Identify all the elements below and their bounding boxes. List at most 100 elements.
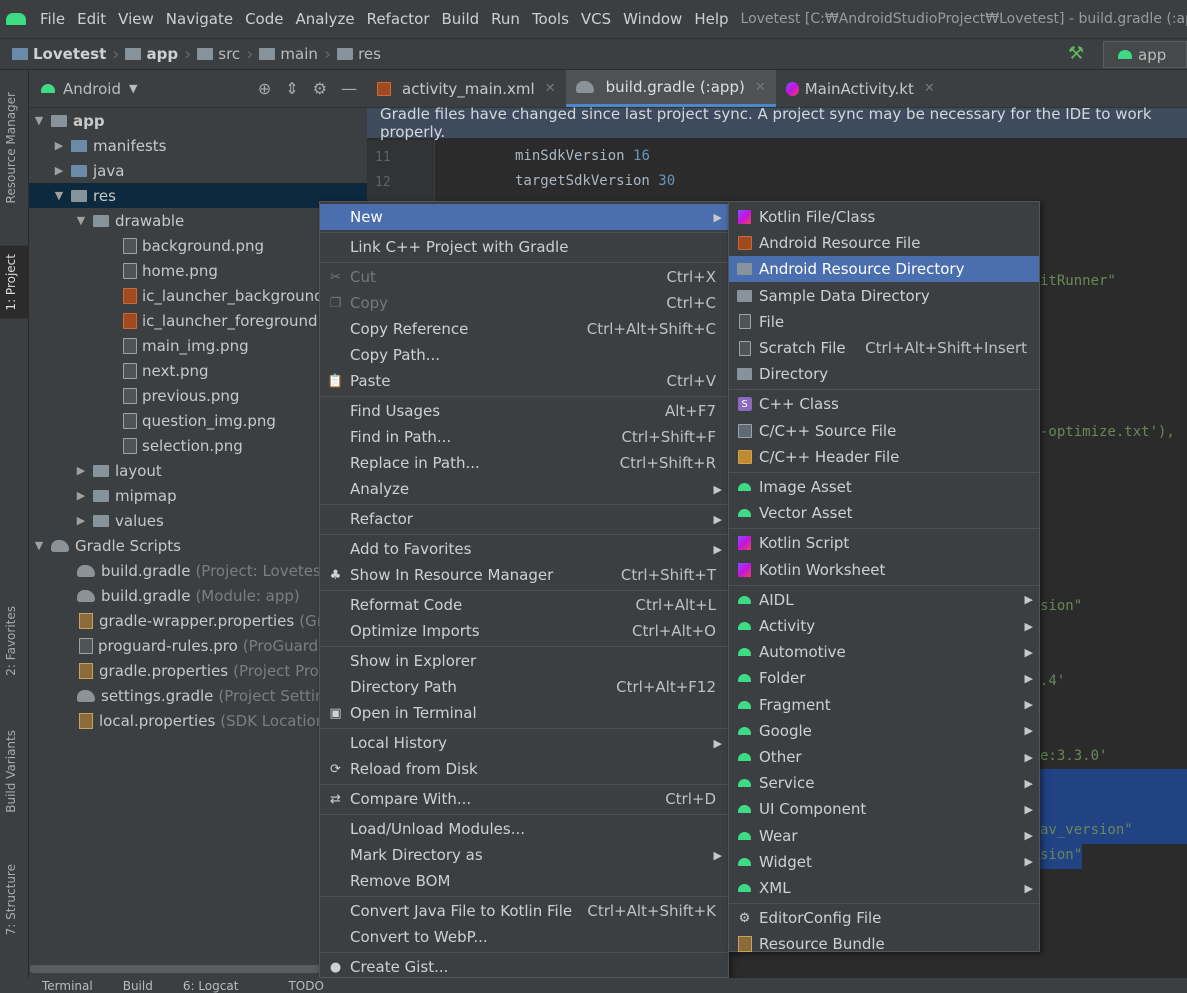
menu-item-copy[interactable]: ❐ Copy Ctrl+C [320,290,728,316]
tab-project[interactable]: 1: Project [0,246,29,319]
tab-structure[interactable]: 7: Structure [4,864,18,935]
tab-resource-manager[interactable]: Resource Manager [4,92,18,203]
menu-item-new[interactable]: New ▶ [320,204,728,230]
collapsed-arrow-icon[interactable]: ▶ [75,514,87,527]
code-fragment[interactable]: -optimize.txt'), [1040,424,1175,440]
tree-item-values[interactable]: ▶ values [29,508,367,533]
code-fragment[interactable]: e:3.3.0' [1040,748,1107,764]
menu-item-compare-with[interactable]: ⇄ Compare With... Ctrl+D [320,786,728,812]
menu-item-kotlin-file-class[interactable]: Kotlin File/Class [729,204,1039,230]
tab-main-activity[interactable]: MainActivity.kt ✕ [776,70,945,107]
menu-tools[interactable]: Tools [526,10,575,28]
tree-item-app[interactable]: ▼ app [29,108,367,133]
menu-item-find-in-path[interactable]: Find in Path... Ctrl+Shift+F [320,424,728,450]
menu-item-replace-in-path[interactable]: Replace in Path... Ctrl+Shift+R [320,450,728,476]
menu-item-copy-reference[interactable]: Copy Reference Ctrl+Alt+Shift+C [320,316,728,342]
tree-item-file[interactable]: build.gradle (Module: app) [29,583,367,608]
menu-item-find-usages[interactable]: Find Usages Alt+F7 [320,398,728,424]
tree-item-file[interactable]: build.gradle (Project: Lovetest) [29,558,367,583]
menu-build[interactable]: Build [436,10,486,28]
breadcrumb-res[interactable]: res [333,45,385,63]
collapse-all-icon[interactable]: ⇕ [285,79,298,98]
menu-item-reload-from-disk[interactable]: ⟳ Reload from Disk [320,756,728,782]
tree-item-file[interactable]: local.properties (SDK Location) [29,708,367,733]
project-view-select[interactable]: Android [63,80,121,98]
code-fragment[interactable]: itRunner" [1040,273,1116,289]
tree-item-file[interactable]: gradle.properties (Project Proper [29,658,367,683]
tree-item-file[interactable]: previous.png [29,383,367,408]
expanded-arrow-icon[interactable]: ▼ [33,114,45,127]
breadcrumb-src[interactable]: src [193,45,244,63]
menu-item-service[interactable]: Service ▶ [729,770,1039,796]
menu-analyze[interactable]: Analyze [289,10,360,28]
collapsed-arrow-icon[interactable]: ▶ [53,139,65,152]
menu-item-file[interactable]: File [729,309,1039,335]
menu-item-copy-path[interactable]: Copy Path... [320,342,728,368]
locate-icon[interactable]: ⊕ [258,79,271,98]
menu-item-activity[interactable]: Activity ▶ [729,613,1039,639]
menu-item-convert-to-webp[interactable]: Convert to WebP... [320,924,728,950]
menu-item-scratch-file[interactable]: Scratch File Ctrl+Alt+Shift+Insert [729,335,1039,361]
menu-edit[interactable]: Edit [71,10,112,28]
hammer-icon[interactable]: ⚒ [1068,43,1084,64]
menu-code[interactable]: Code [239,10,289,28]
tree-item-layout[interactable]: ▶ layout [29,458,367,483]
menu-item-android-resource-directory[interactable]: Android Resource Directory [729,256,1039,283]
menu-item-create-gist[interactable]: ● Create Gist... [320,954,728,980]
menu-item-image-asset[interactable]: Image Asset [729,474,1039,500]
horizontal-scrollbar[interactable] [29,962,367,978]
tree-item-file[interactable]: ic_launcher_foreground.xr [29,308,367,333]
menu-item-local-history[interactable]: Local History ▶ [320,730,728,756]
tree-item-java[interactable]: ▶ java [29,158,367,183]
tab-todo[interactable]: TODO [288,979,323,993]
menu-item-google[interactable]: Google ▶ [729,718,1039,744]
tab-terminal[interactable]: Terminal [42,979,93,993]
tab-build[interactable]: Build [123,979,153,993]
close-icon[interactable]: ✕ [755,80,766,95]
menu-refactor[interactable]: Refactor [361,10,436,28]
breadcrumb-app[interactable]: app [121,45,182,63]
tree-item-file[interactable]: proguard-rules.pro (ProGuard R [29,633,367,658]
tree-item-mipmap[interactable]: ▶ mipmap [29,483,367,508]
menu-item-remove-bom[interactable]: Remove BOM [320,868,728,894]
breadcrumb-main[interactable]: main [255,45,321,63]
expanded-arrow-icon[interactable]: ▼ [75,214,87,227]
tab-logcat[interactable]: 6: Logcat [183,979,239,993]
menu-help[interactable]: Help [688,10,734,28]
menu-navigate[interactable]: Navigate [160,10,239,28]
tree-item-file[interactable]: gradle-wrapper.properties(Grad [29,608,367,633]
menu-item-paste[interactable]: 📋 Paste Ctrl+V [320,368,728,394]
gear-icon[interactable]: ⚙ [313,79,327,98]
menu-item-mark-directory-as[interactable]: Mark Directory as ▶ [320,842,728,868]
tab-activity-main[interactable]: activity_main.xml ✕ [367,70,566,107]
menu-item-xml[interactable]: XML ▶ [729,875,1039,901]
expanded-arrow-icon[interactable]: ▼ [33,539,45,552]
collapsed-arrow-icon[interactable]: ▶ [53,164,65,177]
menu-item-c-c-header-file[interactable]: C/C++ Header File [729,444,1039,470]
menu-item-ui-component[interactable]: UI Component ▶ [729,796,1039,822]
tree-item-file[interactable]: main_img.png [29,333,367,358]
menu-item-fragment[interactable]: Fragment ▶ [729,692,1039,718]
tree-item-file[interactable]: question_img.png [29,408,367,433]
menu-item-link-c-project-with-gradle[interactable]: Link C++ Project with Gradle [320,234,728,260]
tree-item-file[interactable]: selection.png [29,433,367,458]
code-fragment[interactable]: av_version" [1040,822,1133,838]
menu-item-automotive[interactable]: Automotive ▶ [729,639,1039,665]
menu-item-android-resource-file[interactable]: Android Resource File [729,230,1039,256]
menu-item-refactor[interactable]: Refactor ▶ [320,506,728,532]
menu-item-convert-java-file-to-kotlin-file[interactable]: Convert Java File to Kotlin File Ctrl+Alt… [320,898,728,924]
code-fragment[interactable]: sion" [1040,598,1082,614]
menu-view[interactable]: View [112,10,160,28]
tree-item-file[interactable]: ic_launcher_background.x [29,283,367,308]
tab-favorites[interactable]: 2: Favorites [4,606,18,676]
run-configuration-select[interactable]: app [1103,41,1187,68]
menu-item-open-in-terminal[interactable]: ▣ Open in Terminal [320,700,728,726]
menu-item-resource-bundle[interactable]: Resource Bundle [729,931,1039,957]
menu-item-sample-data-directory[interactable]: Sample Data Directory [729,283,1039,309]
menu-item-aidl[interactable]: AIDL ▶ [729,587,1039,613]
menu-window[interactable]: Window [617,10,688,28]
menu-run[interactable]: Run [485,10,526,28]
minimize-icon[interactable]: — [341,79,357,98]
code-fragment[interactable]: sion" [1040,847,1082,863]
menu-item-c-class[interactable]: S C++ Class [729,391,1039,417]
